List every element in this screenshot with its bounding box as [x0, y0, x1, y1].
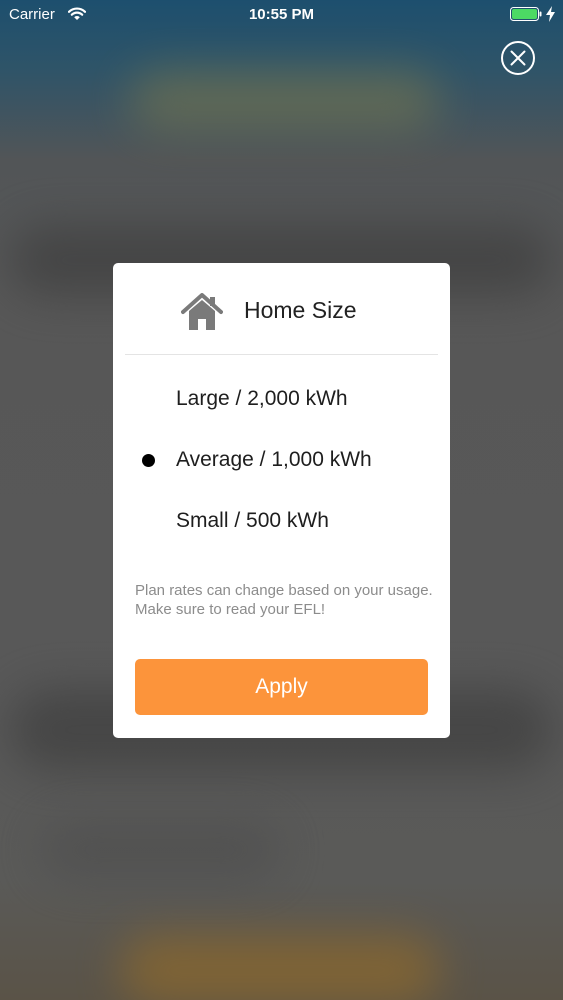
- selected-indicator: [142, 515, 155, 528]
- status-bar: Carrier 10:55 PM: [0, 0, 563, 30]
- rate-notice: Plan rates can change based on your usag…: [135, 582, 433, 618]
- home-size-dialog: Home Size Large / 2,000 kWh Average / 1,…: [113, 263, 450, 738]
- status-time: 10:55 PM: [248, 6, 315, 23]
- battery-icon: [510, 7, 542, 26]
- option-large[interactable]: Large / 2,000 kWh: [113, 375, 450, 425]
- close-circle-icon: [501, 41, 535, 75]
- dialog-title: Home Size: [244, 297, 357, 323]
- charging-bolt-icon: [546, 6, 555, 27]
- house-icon: [181, 293, 223, 336]
- option-small[interactable]: Small / 500 kWh: [113, 497, 450, 547]
- option-label: Small / 500 kWh: [176, 509, 329, 532]
- option-average[interactable]: Average / 1,000 kWh: [113, 436, 450, 486]
- background-text-block: [40, 820, 280, 880]
- option-label: Large / 2,000 kWh: [176, 387, 348, 410]
- option-label: Average / 1,000 kWh: [176, 448, 372, 471]
- background-banner: [130, 70, 440, 130]
- background-button: [120, 935, 440, 1000]
- header-divider: [125, 354, 438, 355]
- selected-indicator: [142, 454, 155, 467]
- apply-button[interactable]: Apply: [135, 659, 428, 715]
- close-button[interactable]: [500, 40, 536, 76]
- dialog-header: Home Size: [113, 263, 450, 355]
- selected-indicator: [142, 393, 155, 406]
